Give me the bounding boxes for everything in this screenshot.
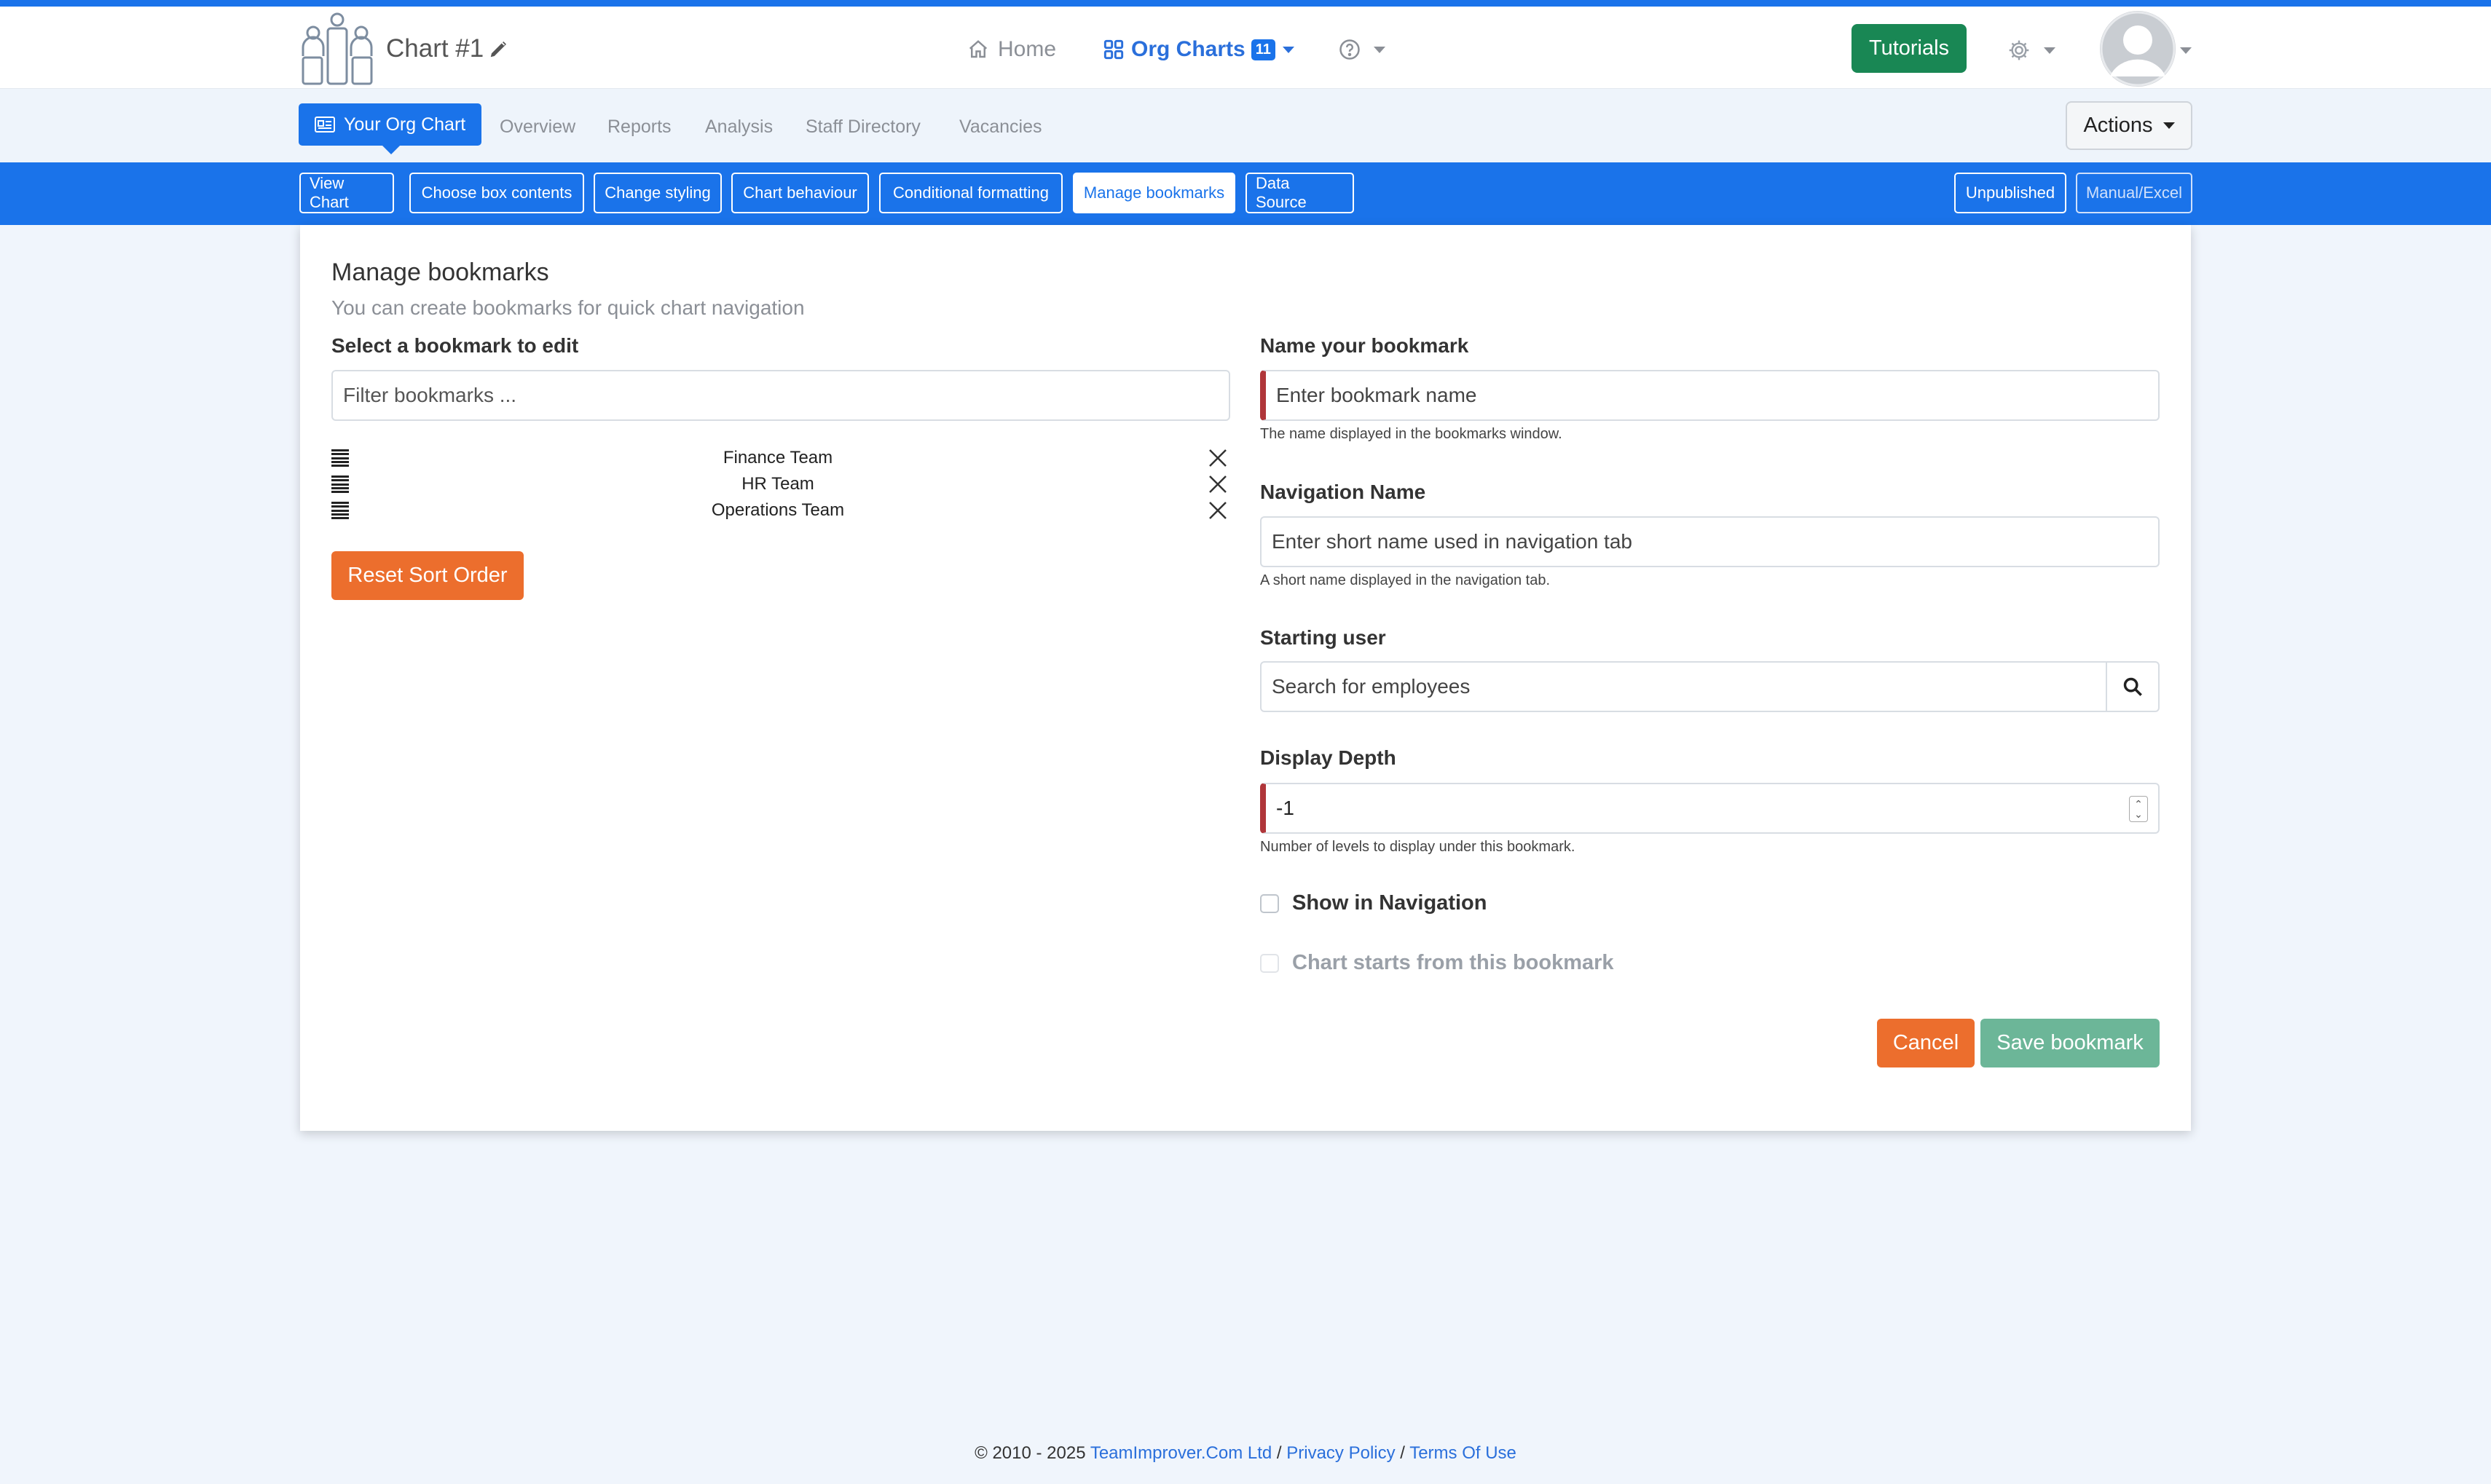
section-tabs: Your Org Chart Overview Reports Analysis… <box>0 88 2491 162</box>
navigation-name-help: A short name displayed in the navigation… <box>1260 572 1551 588</box>
app-header: Chart #1 Home Org Charts 11 Tutorials <box>0 7 2491 88</box>
starting-user-label: Starting user <box>1260 626 1386 649</box>
bookmark-name-label: Name your bookmark <box>1260 334 1469 357</box>
nav-home-link[interactable]: Home <box>967 37 1056 62</box>
search-icon <box>2123 677 2142 696</box>
tutorials-button[interactable]: Tutorials <box>1851 24 1967 73</box>
navigation-name-label: Navigation Name <box>1260 481 1426 503</box>
filter-bookmarks-input[interactable]: Filter bookmarks ... <box>331 370 1230 421</box>
navigation-name-input[interactable]: Enter short name used in navigation tab <box>1260 516 2160 567</box>
tab-your-org-chart[interactable]: Your Org Chart <box>299 103 482 154</box>
nav-org-charts-dropdown[interactable]: Org Charts 11 <box>1103 37 1294 62</box>
conditional-formatting-button[interactable]: Conditional formatting <box>879 173 1063 213</box>
chevron-down-icon <box>2163 122 2175 129</box>
close-icon[interactable] <box>1207 447 1229 469</box>
tab-reports[interactable]: Reports <box>607 117 672 138</box>
list-item[interactable]: HR Team <box>331 471 1229 497</box>
show-in-navigation-row[interactable]: Show in Navigation <box>1260 891 1487 915</box>
chart-title[interactable]: Chart #1 <box>386 34 510 63</box>
list-item[interactable]: Operations Team <box>331 497 1229 524</box>
help-icon <box>1339 39 1360 60</box>
show-in-navigation-checkbox[interactable] <box>1260 893 1279 913</box>
save-bookmark-button[interactable]: Save bookmark <box>1980 1019 2160 1067</box>
tab-overview[interactable]: Overview <box>500 117 575 138</box>
page-footer: © 2010 - 2025 TeamImprover.Com Ltd / Pri… <box>0 1443 2491 1464</box>
tab-analysis[interactable]: Analysis <box>705 117 773 138</box>
chart-starts-row: Chart starts from this bookmark <box>1260 951 1614 975</box>
search-button[interactable] <box>2106 663 2158 711</box>
chevron-down-icon <box>1374 46 1385 53</box>
chevron-down-icon <box>1282 46 1294 53</box>
team-logo-icon[interactable] <box>297 11 377 87</box>
bookmark-name[interactable]: HR Team <box>349 474 1207 494</box>
avatar[interactable] <box>2100 11 2176 87</box>
drag-handle-icon[interactable] <box>331 502 349 519</box>
actions-label: Actions <box>2083 114 2153 137</box>
page-title: Manage bookmarks <box>331 258 549 286</box>
company-link[interactable]: TeamImprover.Com Ltd <box>1090 1443 1272 1463</box>
user-avatar-icon <box>2100 11 2176 87</box>
drag-handle-icon[interactable] <box>331 475 349 493</box>
footer-separator: / <box>1400 1443 1405 1463</box>
terms-of-use-link[interactable]: Terms Of Use <box>1409 1443 1516 1463</box>
nav-home-label: Home <box>998 37 1057 61</box>
chevron-down-icon <box>2044 47 2055 54</box>
display-depth-value: -1 <box>1276 797 1294 819</box>
footer-separator: / <box>1276 1443 1282 1463</box>
cancel-button[interactable]: Cancel <box>1877 1019 1975 1067</box>
show-in-navigation-label: Show in Navigation <box>1292 891 1487 915</box>
gear-icon <box>2009 40 2029 60</box>
grid-icon <box>1103 39 1124 60</box>
data-source-button[interactable]: Data Source <box>1246 173 1354 213</box>
bookmark-name-input[interactable]: Enter bookmark name <box>1260 370 2160 421</box>
bookmark-name[interactable]: Finance Team <box>349 448 1207 468</box>
home-icon <box>969 40 988 58</box>
view-chart-button[interactable]: View Chart <box>299 173 394 213</box>
close-icon[interactable] <box>1207 500 1229 521</box>
tab-label: Your Org Chart <box>344 114 466 135</box>
drag-handle-icon[interactable] <box>331 449 349 467</box>
select-bookmark-label: Select a bookmark to edit <box>331 334 579 357</box>
reset-sort-order-button[interactable]: Reset Sort Order <box>331 551 524 600</box>
chevron-down-icon[interactable] <box>2180 44 2192 58</box>
tab-vacancies[interactable]: Vacancies <box>959 117 1042 138</box>
org-charts-count-badge: 11 <box>1251 39 1275 60</box>
chart-starts-label: Chart starts from this bookmark <box>1292 951 1614 974</box>
choose-box-contents-button[interactable]: Choose box contents <box>409 173 584 213</box>
starting-user-search[interactable]: Search for employees <box>1260 661 2160 712</box>
manual-excel-source-button[interactable]: Manual/Excel <box>2076 173 2192 213</box>
display-depth-input[interactable]: -1 ⌃ ⌄ <box>1260 783 2160 834</box>
help-dropdown[interactable] <box>1339 39 1385 60</box>
copyright-text: © 2010 - 2025 <box>975 1443 1086 1463</box>
manage-bookmarks-panel: Manage bookmarks You can create bookmark… <box>300 225 2191 1131</box>
change-styling-button[interactable]: Change styling <box>594 173 722 213</box>
page-subtitle: You can create bookmarks for quick chart… <box>331 296 805 319</box>
pencil-icon[interactable] <box>488 38 510 60</box>
close-icon[interactable] <box>1207 473 1229 495</box>
tab-staff-directory[interactable]: Staff Directory <box>806 117 921 138</box>
display-depth-label: Display Depth <box>1260 746 1396 769</box>
nav-org-charts-label: Org Charts <box>1131 37 1246 61</box>
chart-starts-checkbox <box>1260 953 1279 973</box>
chart-behaviour-button[interactable]: Chart behaviour <box>731 173 869 213</box>
chart-settings-toolbar: View Chart Choose box contents Change st… <box>0 162 2491 225</box>
bookmark-name-help: The name displayed in the bookmarks wind… <box>1260 426 1562 442</box>
list-item[interactable]: Finance Team <box>331 445 1229 471</box>
top-accent-bar <box>0 0 2491 7</box>
privacy-policy-link[interactable]: Privacy Policy <box>1286 1443 1395 1463</box>
actions-dropdown-button[interactable]: Actions <box>2066 101 2192 150</box>
id-card-icon <box>315 117 335 133</box>
chart-title-text: Chart #1 <box>386 34 484 63</box>
number-stepper[interactable]: ⌃ ⌄ <box>2129 796 2148 822</box>
manage-bookmarks-button[interactable]: Manage bookmarks <box>1073 173 1235 213</box>
display-depth-help: Number of levels to display under this b… <box>1260 839 1575 855</box>
starting-user-placeholder: Search for employees <box>1272 675 1471 698</box>
bookmark-name[interactable]: Operations Team <box>349 500 1207 521</box>
settings-dropdown[interactable] <box>2007 39 2055 62</box>
unpublished-status-button[interactable]: Unpublished <box>1954 173 2066 213</box>
